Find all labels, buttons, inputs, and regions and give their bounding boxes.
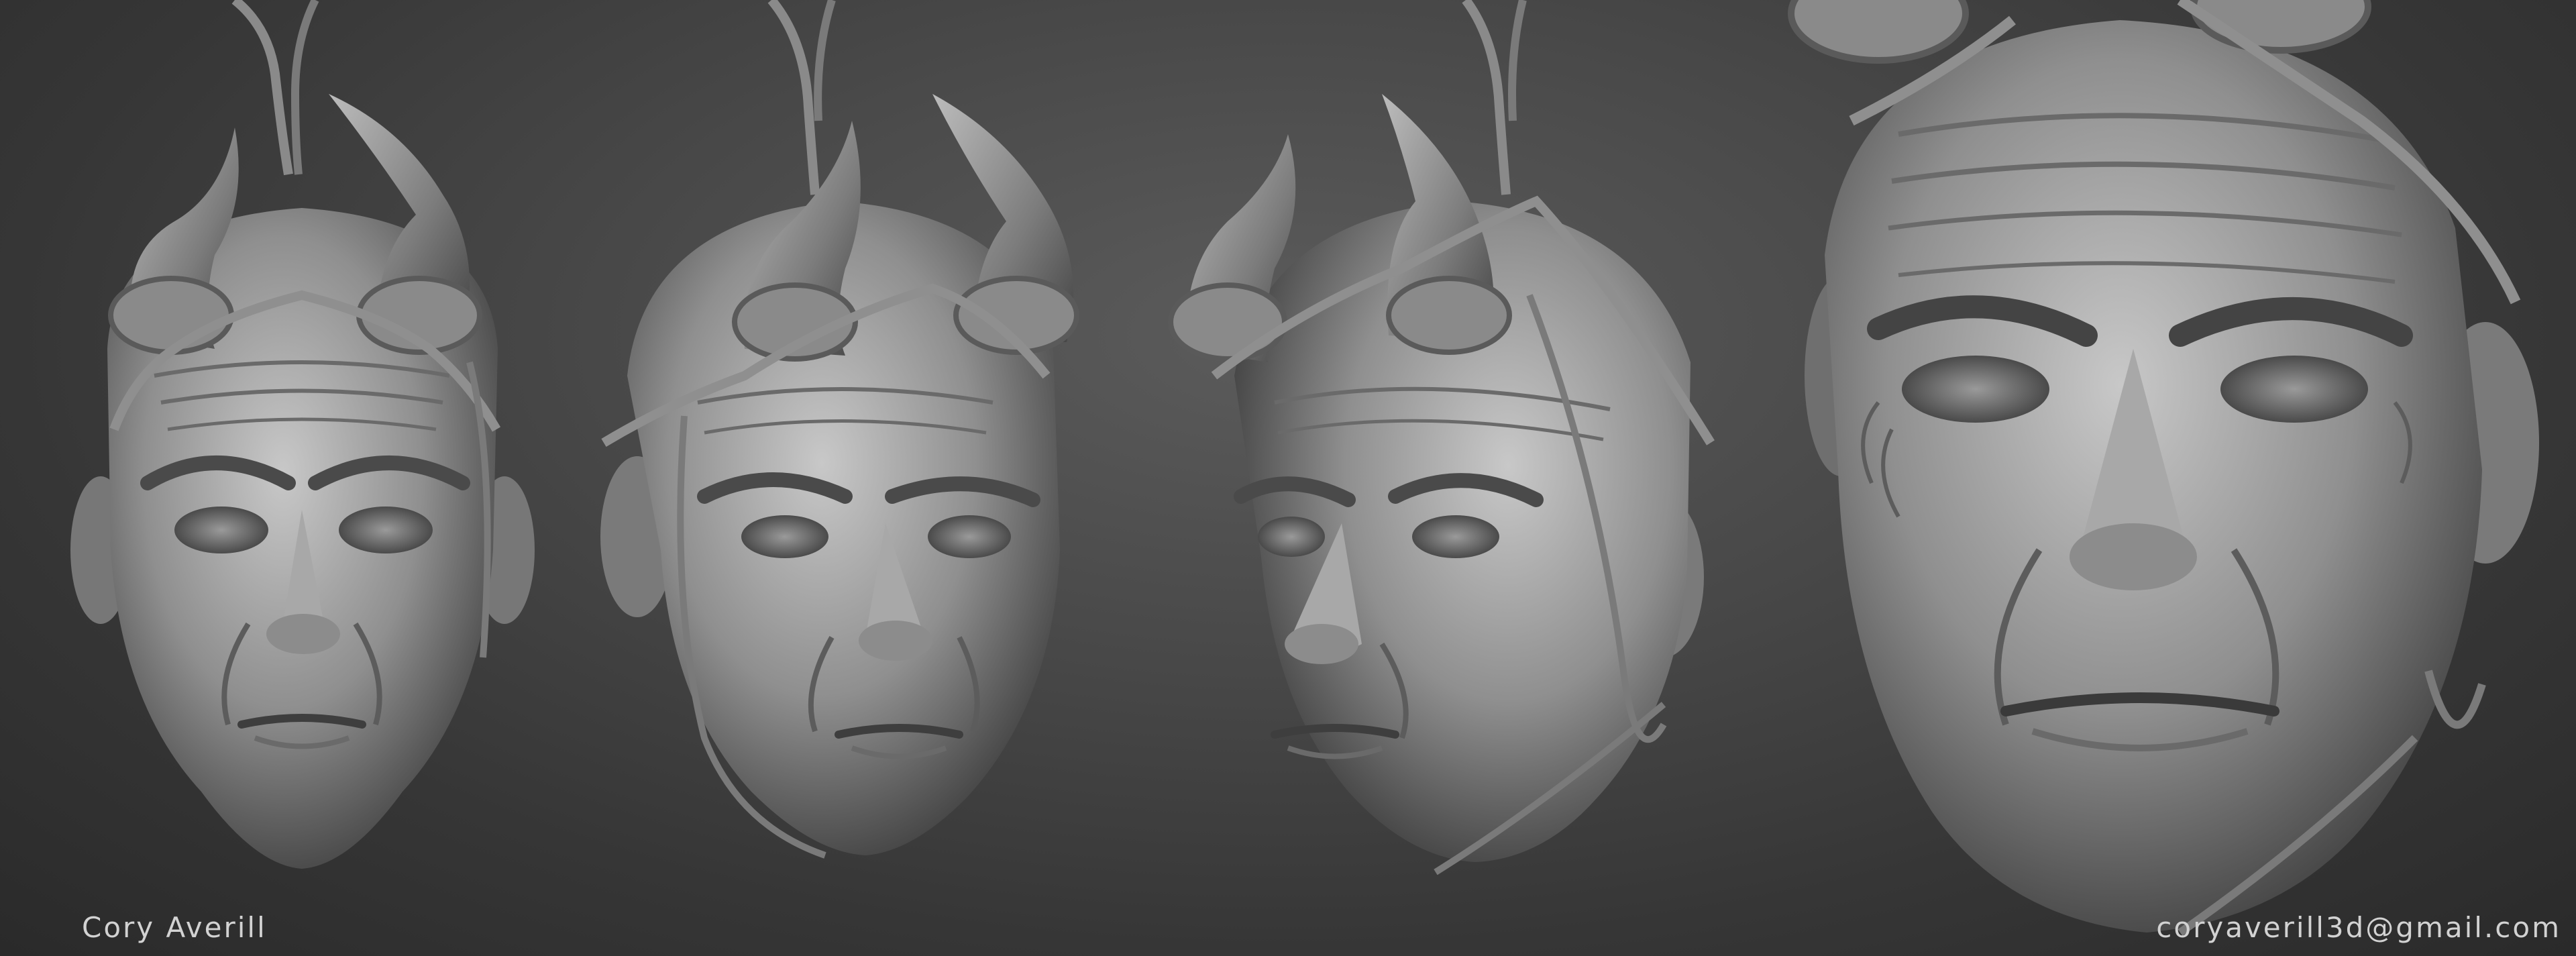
head-closeup-view [1788,0,2539,936]
render-canvas: Cory Averill coryaverill3d@gmail.com [0,0,2576,956]
head-front-view [70,0,535,869]
sculpt-render [70,0,2539,936]
artist-name-credit: Cory Averill [82,911,267,944]
head-three-quarter-view [600,0,1079,859]
head-three-quarter-left-view [1168,0,1715,875]
artist-email-credit: coryaverill3d@gmail.com [2156,911,2561,944]
